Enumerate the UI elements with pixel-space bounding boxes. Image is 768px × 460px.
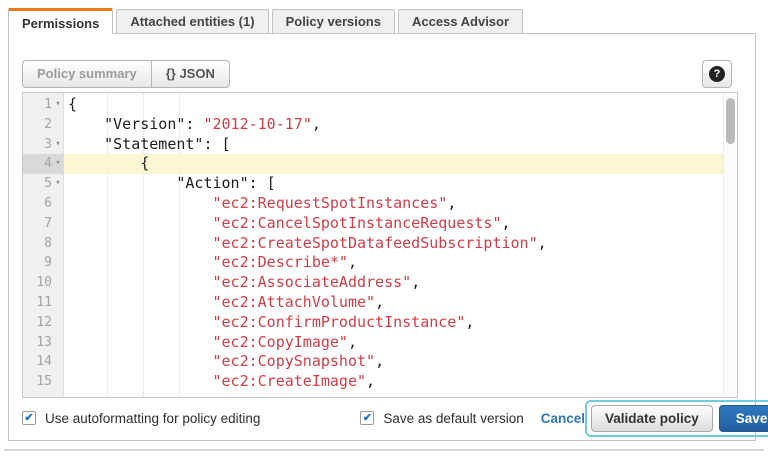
line-number-text: 10 [36, 273, 52, 293]
code-line[interactable]: 7 "ec2:CancelSpotInstanceRequests", [23, 214, 737, 234]
code-line[interactable]: 2 "Version": "2012-10-17", [23, 115, 737, 135]
line-number-text: 8 [44, 234, 52, 254]
line-number[interactable]: 4▾ [23, 154, 64, 174]
fold-arrow-icon[interactable]: ▾ [52, 135, 64, 155]
line-number[interactable]: 14 [23, 352, 64, 372]
validate-policy-button[interactable]: Validate policy [591, 405, 713, 432]
bottom-divider [4, 449, 764, 451]
line-number[interactable]: 5▾ [23, 174, 64, 194]
code-text[interactable]: "Statement": [ [64, 135, 737, 155]
question-mark-icon: ? [709, 66, 725, 82]
code-line[interactable]: 12 "ec2:ConfirmProductInstance", [23, 313, 737, 333]
code-text[interactable]: "ec2:CancelSpotInstanceRequests", [64, 214, 737, 234]
line-number[interactable]: 6 [23, 194, 64, 214]
cancel-link[interactable]: Cancel [541, 411, 585, 426]
default-version-label: Save as default version [383, 411, 523, 426]
line-number-text: 5 [44, 174, 52, 194]
line-number-text: 9 [44, 253, 52, 273]
line-number[interactable]: 9 [23, 253, 64, 273]
code-text[interactable]: "ec2:CopySnapshot", [64, 352, 737, 372]
json-button[interactable]: {} JSON [152, 61, 229, 87]
code-lines: 1▾{2 "Version": "2012-10-17",3▾ "Stateme… [23, 95, 737, 392]
line-number[interactable]: 8 [23, 234, 64, 254]
code-line[interactable]: 15 "ec2:CreateImage", [23, 372, 737, 392]
view-mode-toggle: Policy summary {} JSON [22, 60, 230, 88]
line-number[interactable]: 13 [23, 333, 64, 353]
line-number-text: 3 [44, 135, 52, 155]
code-text[interactable]: "ec2:Describe*", [64, 253, 737, 273]
code-text[interactable]: "ec2:CreateSpotDatafeedSubscription", [64, 234, 737, 254]
line-number-text: 7 [44, 214, 52, 234]
autoformat-checkbox[interactable]: ✔ [22, 411, 36, 425]
code-text[interactable]: "Action": [ [64, 174, 737, 194]
code-text[interactable]: "ec2:AttachVolume", [64, 293, 737, 313]
code-text[interactable]: "Version": "2012-10-17", [64, 115, 737, 135]
autoformat-label: Use autoformatting for policy editing [45, 411, 260, 426]
fold-arrow-icon[interactable]: ▾ [52, 174, 64, 194]
editor-scrollbar[interactable] [723, 93, 737, 397]
code-line[interactable]: 13 "ec2:CopyImage", [23, 333, 737, 353]
code-text[interactable]: "ec2:ConfirmProductInstance", [64, 313, 737, 333]
tab-attached-entities[interactable]: Attached entities (1) [116, 9, 268, 33]
line-number-text: 1 [44, 95, 52, 115]
code-text[interactable]: { [64, 95, 737, 115]
tab-policy-versions[interactable]: Policy versions [272, 9, 395, 33]
tab-access-advisor[interactable]: Access Advisor [398, 9, 523, 33]
code-text[interactable]: "ec2:CreateImage", [64, 372, 737, 392]
scrollbar-thumb[interactable] [726, 98, 735, 144]
code-text[interactable]: "ec2:RequestSpotInstances", [64, 194, 737, 214]
line-number[interactable]: 12 [23, 313, 64, 333]
code-line[interactable]: 3▾ "Statement": [ [23, 135, 737, 155]
editor-footer: ✔ Use autoformatting for policy editing … [22, 398, 750, 438]
line-number[interactable]: 2 [23, 115, 64, 135]
policy-json-editor[interactable]: 1▾{2 "Version": "2012-10-17",3▾ "Stateme… [22, 92, 738, 398]
line-number-text: 13 [36, 333, 52, 353]
code-line[interactable]: 10 "ec2:AssociateAddress", [23, 273, 737, 293]
code-text[interactable]: { [64, 154, 737, 174]
code-text[interactable]: "ec2:CopyImage", [64, 333, 737, 353]
line-number-text: 11 [36, 293, 52, 313]
line-number[interactable]: 15 [23, 372, 64, 392]
save-button[interactable]: Save [719, 405, 768, 432]
line-number-text: 6 [44, 194, 52, 214]
code-text[interactable]: "ec2:AssociateAddress", [64, 273, 737, 293]
code-line[interactable]: 4▾ { [23, 154, 737, 174]
line-number[interactable]: 11 [23, 293, 64, 313]
tab-permissions[interactable]: Permissions [8, 8, 113, 34]
line-number-text: 15 [36, 372, 52, 392]
code-line[interactable]: 14 "ec2:CopySnapshot", [23, 352, 737, 372]
help-button[interactable]: ? [702, 60, 732, 88]
line-number[interactable]: 3▾ [23, 135, 64, 155]
code-line[interactable]: 11 "ec2:AttachVolume", [23, 293, 737, 313]
code-line[interactable]: 6 "ec2:RequestSpotInstances", [23, 194, 737, 214]
policy-summary-button[interactable]: Policy summary [23, 61, 152, 87]
code-line[interactable]: 5▾ "Action": [ [23, 174, 737, 194]
fold-arrow-icon[interactable]: ▾ [52, 95, 64, 115]
checkmark-icon: ✔ [363, 412, 372, 424]
line-number-text: 4 [44, 154, 52, 174]
line-number[interactable]: 10 [23, 273, 64, 293]
code-line[interactable]: 1▾{ [23, 95, 737, 115]
line-number[interactable]: 1▾ [23, 95, 64, 115]
action-button-group: Validate policy Save [585, 400, 768, 437]
fold-arrow-icon[interactable]: ▾ [52, 154, 64, 174]
tab-bar: Permissions Attached entities (1) Policy… [8, 8, 526, 34]
code-line[interactable]: 8 "ec2:CreateSpotDatafeedSubscription", [23, 234, 737, 254]
permissions-panel: Policy summary {} JSON ? 1▾{2 "Version":… [8, 33, 756, 441]
line-number-text: 12 [36, 313, 52, 333]
line-number[interactable]: 7 [23, 214, 64, 234]
line-number-text: 2 [44, 115, 52, 135]
checkmark-icon: ✔ [24, 412, 33, 424]
line-number-text: 14 [36, 352, 52, 372]
code-line[interactable]: 9 "ec2:Describe*", [23, 253, 737, 273]
default-version-checkbox[interactable]: ✔ [360, 411, 374, 425]
